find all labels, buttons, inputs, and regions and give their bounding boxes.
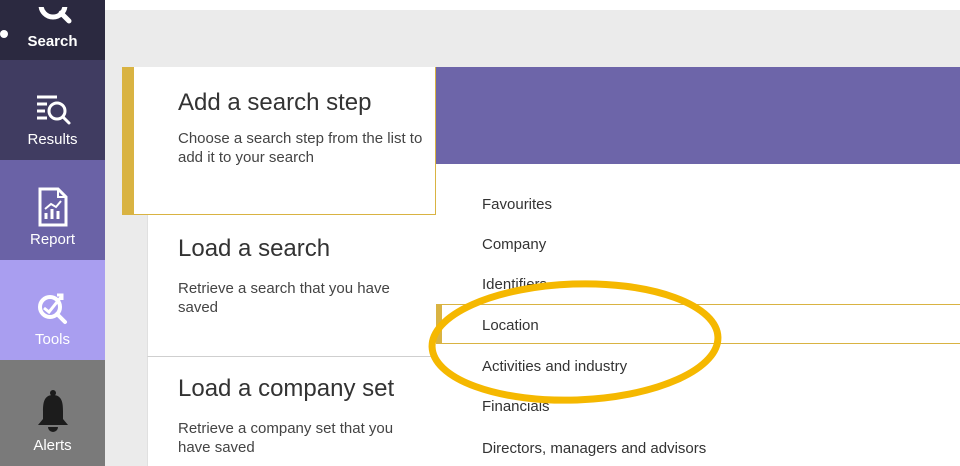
step-load-company-set[interactable]: Load a company set Retrieve a company se… (147, 357, 436, 466)
sidebar-item-alerts[interactable]: Alerts (0, 360, 105, 466)
step-title: Load a search (178, 235, 331, 262)
step-add-search[interactable]: Add a search step Choose a search step f… (122, 67, 436, 215)
sidebar-item-label: Alerts (33, 437, 72, 454)
step-description: Retrieve a search that you have saved (178, 280, 390, 316)
active-indicator (0, 30, 8, 38)
results-icon (36, 95, 70, 125)
sidebar-item-label: Search (27, 33, 78, 50)
top-strip (105, 0, 960, 10)
sidebar-item-tools[interactable]: Tools (0, 260, 105, 360)
category-item-financials[interactable]: Financials (482, 398, 550, 415)
tools-icon (37, 293, 67, 324)
category-item-directors[interactable]: Directors, managers and advisors (482, 440, 706, 457)
step-description: Retrieve a company set that you have sav… (178, 420, 394, 456)
category-item-company[interactable]: Company (482, 236, 546, 253)
search-icon (38, 7, 71, 24)
category-item-favourites[interactable]: Favourites (482, 196, 552, 213)
sidebar-item-label: Tools (34, 331, 71, 348)
category-list: Favourites Company Identifiers Location … (436, 164, 960, 466)
step-title: Add a search step (178, 89, 372, 116)
sidebar-item-label: Results (27, 131, 78, 148)
step-title: Load a company set (178, 375, 395, 402)
category-item-location[interactable]: Location (482, 317, 539, 334)
bell-icon (37, 390, 68, 432)
sidebar-item-report[interactable]: Report (0, 160, 105, 260)
step-load-search[interactable]: Load a search Retrieve a search that you… (147, 215, 436, 357)
category-item-activities[interactable]: Activities and industry (482, 358, 627, 375)
header-band (435, 67, 960, 164)
step-description: Choose a search step from the list to ad… (178, 130, 423, 166)
sidebar-item-label: Report (29, 231, 76, 248)
sidebar-item-search[interactable]: Search (0, 0, 105, 60)
sidebar-item-results[interactable]: Results (0, 60, 105, 160)
report-icon (38, 187, 67, 227)
category-item-identifiers[interactable]: Identifiers (482, 276, 547, 293)
sidebar: Search Results Report Tools Alerts (0, 0, 105, 466)
selected-marker (436, 305, 442, 343)
